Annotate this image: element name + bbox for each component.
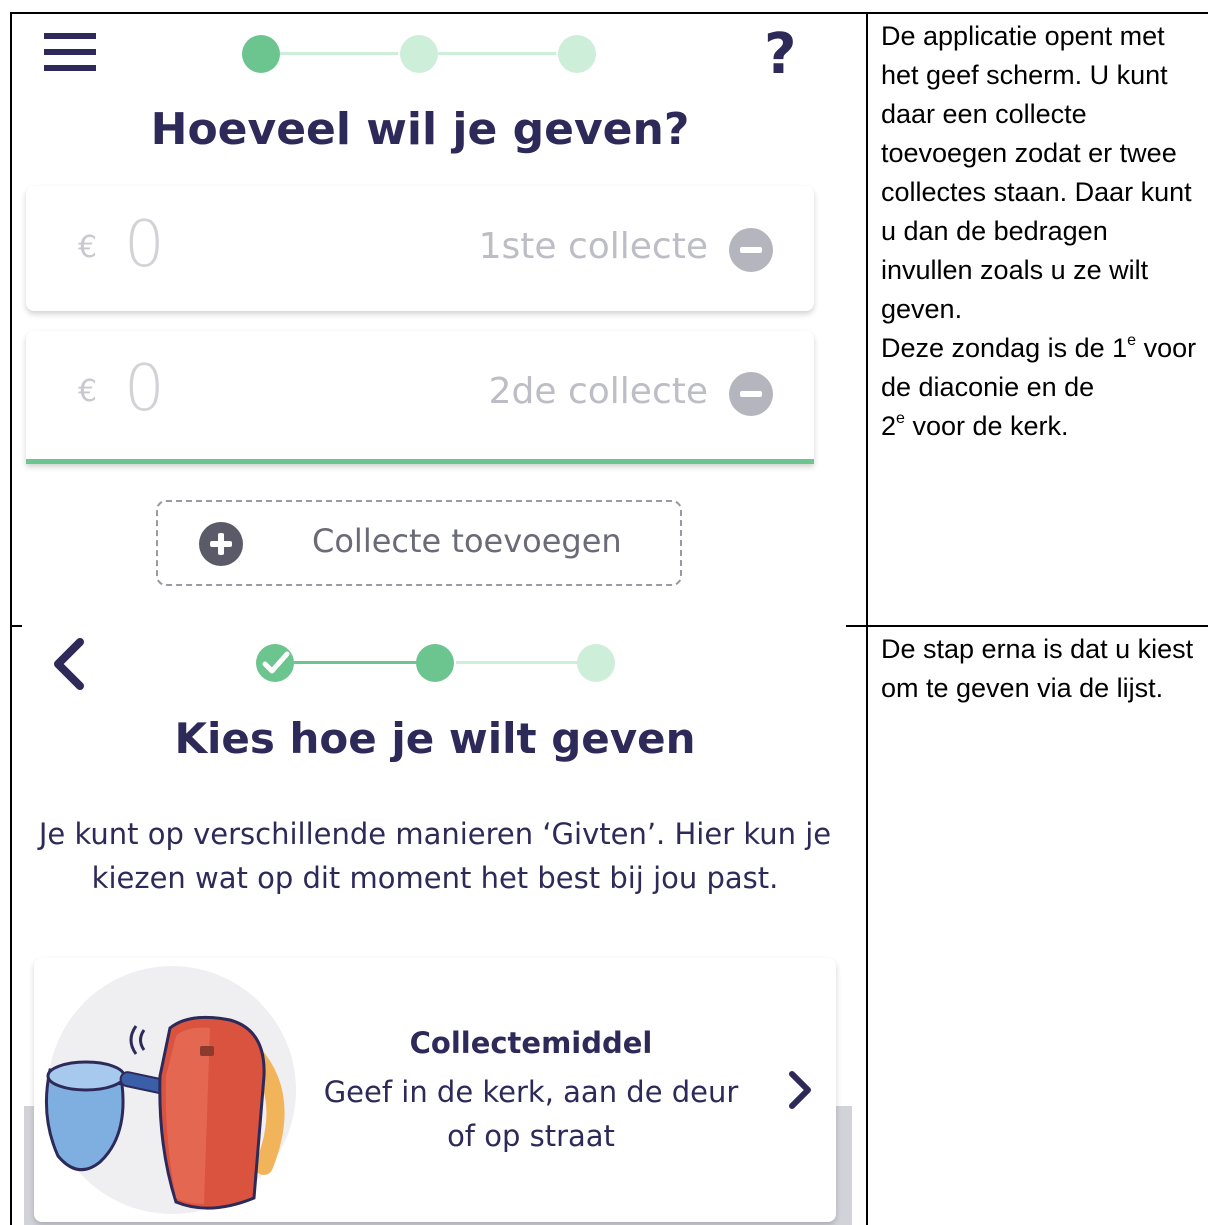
menu-icon[interactable] <box>44 33 96 73</box>
add-collection-label: Collecte toevoegen <box>312 522 622 560</box>
table-border-middle <box>866 12 868 1225</box>
collection-card-1[interactable]: € 0 1ste collecte <box>26 186 814 311</box>
step-dot-1 <box>242 35 280 73</box>
page-title: Hoeveel wil je geven? <box>150 104 690 155</box>
step-dot-3 <box>558 35 596 73</box>
amount-input[interactable]: 0 <box>124 352 165 426</box>
step-dot-3 <box>577 644 615 682</box>
check-icon <box>262 651 290 674</box>
help-icon[interactable]: ? <box>764 22 796 87</box>
note-2: De stap erna is dat u kiest om te geven … <box>881 630 1201 708</box>
add-collection-button[interactable]: Collecte toevoegen <box>156 500 682 586</box>
remove-collection-icon[interactable] <box>729 372 773 416</box>
amount-input[interactable]: 0 <box>124 208 165 282</box>
collection-bag-illustration <box>44 966 296 1214</box>
note-2-text: De stap erna is dat u kiest om te geven … <box>881 634 1194 703</box>
back-chevron-icon[interactable] <box>50 638 86 690</box>
progress-stepper <box>254 642 618 684</box>
currency-symbol: € <box>78 374 98 409</box>
step-dot-completed <box>256 644 294 682</box>
collection-label: 2de collecte <box>488 371 708 412</box>
step-dot-2 <box>400 35 438 73</box>
table-border-top <box>10 12 1208 14</box>
progress-stepper <box>240 33 600 75</box>
plus-icon <box>199 522 243 566</box>
collection-card-2[interactable]: € 0 2de collecte <box>26 331 814 464</box>
chevron-right-icon[interactable] <box>786 1070 814 1110</box>
remove-collection-icon[interactable] <box>729 228 773 272</box>
option-collection-device[interactable]: Collectemiddel Geef in de kerk, aan de d… <box>34 958 836 1222</box>
option-title: Collectemiddel <box>409 1026 653 1060</box>
page-description: Je kunt op verschillende manieren ‘Givte… <box>38 817 832 895</box>
table-row-divider-right <box>846 625 1208 627</box>
currency-symbol: € <box>78 230 98 265</box>
table-border-left <box>10 12 12 1225</box>
table-row-divider-left <box>10 625 22 627</box>
note-1-line3: 2e voor de kerk. <box>881 410 1069 442</box>
step-dot-2 <box>416 644 454 682</box>
note-1-text: De applicatie opent met het geef scherm.… <box>881 21 1192 324</box>
note-1-line2: Deze zondag is de 1e voor de diaconie en… <box>881 332 1197 403</box>
collection-label: 1ste collecte <box>478 226 708 267</box>
page-title: Kies hoe je wilt geven <box>174 714 696 763</box>
option-subtitle: Geef in de kerk, aan de deur of op straa… <box>323 1075 739 1153</box>
note-1: De applicatie opent met het geef scherm.… <box>881 17 1201 446</box>
